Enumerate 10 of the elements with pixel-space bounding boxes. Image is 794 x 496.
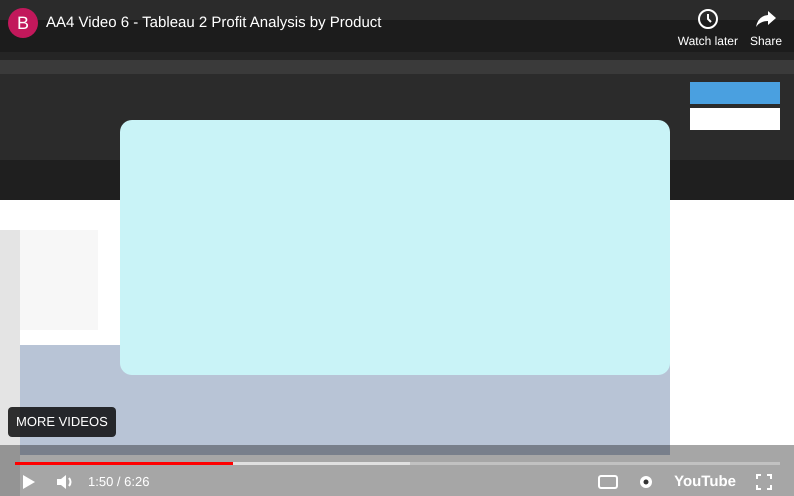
settings-icon[interactable] [638, 474, 654, 490]
fullscreen-icon[interactable] [756, 474, 772, 490]
time-display: 1:50 / 6:26 [88, 473, 150, 492]
watch-later-button[interactable]: Watch later [678, 8, 738, 50]
share-button[interactable]: Share [750, 8, 782, 50]
play-icon[interactable] [22, 474, 36, 490]
more-videos-button[interactable]: MORE VIDEOS [8, 407, 116, 436]
captions-icon[interactable] [598, 475, 618, 489]
video-title[interactable]: AA4 Video 6 - Tableau 2 Profit Analysis by Product [46, 8, 670, 34]
clock-icon [696, 8, 719, 30]
